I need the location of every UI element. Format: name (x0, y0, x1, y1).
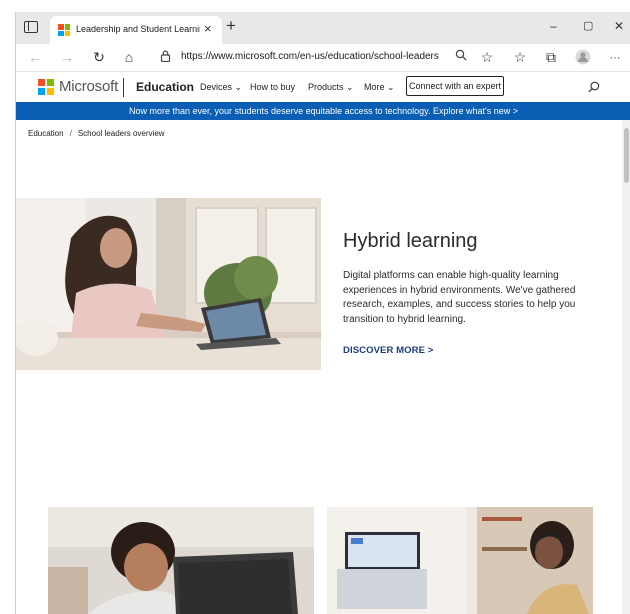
home-icon[interactable]: ⌂ (120, 49, 138, 65)
hero-title: Hybrid learning (343, 230, 478, 252)
card-image-student-laptop[interactable] (48, 507, 314, 614)
collections-icon[interactable]: ⧉ (542, 49, 560, 65)
minimize-button[interactable]: – (550, 19, 557, 33)
microsoft-logo-icon[interactable] (38, 79, 54, 95)
tab-close-icon[interactable]: × (204, 21, 212, 37)
brand-name[interactable]: Microsoft (59, 78, 118, 95)
card-image-teacher-headset[interactable] (327, 507, 593, 614)
nav-products[interactable]: Products ⌄ (308, 82, 354, 93)
browser-tab[interactable]: Leadership and Student Learning × (50, 16, 222, 44)
browser-toolbar: ← → ↻ ⌂ https://www.microsoft.com/en-us/… (16, 44, 630, 72)
discover-more-link[interactable]: DISCOVER MORE > (343, 345, 433, 356)
refresh-icon[interactable]: ↻ (90, 49, 108, 65)
add-favorite-icon[interactable]: ☆ (478, 49, 496, 65)
section-title[interactable]: Education (136, 80, 194, 94)
tab-title: Leadership and Student Learning (76, 24, 200, 34)
browser-window: Leadership and Student Learning × + – ▢ … (15, 12, 630, 614)
new-tab-button[interactable]: + (226, 17, 236, 35)
close-window-button[interactable]: ✕ (614, 19, 624, 33)
hero-image (16, 198, 321, 370)
nav-devices[interactable]: Devices ⌄ (200, 82, 242, 93)
breadcrumb: Education / School leaders overview (28, 129, 165, 138)
back-icon[interactable]: ← (26, 49, 44, 65)
tab-actions-icon[interactable] (24, 21, 38, 33)
tab-strip: Leadership and Student Learning × + – ▢ … (16, 12, 630, 44)
divider (123, 78, 124, 97)
favorites-icon[interactable]: ☆ (511, 49, 529, 65)
hero-description: Digital platforms can enable high-qualit… (343, 270, 576, 325)
breadcrumb-current: School leaders overview (77, 129, 165, 138)
connect-expert-button[interactable]: Connect with an expert (406, 76, 504, 96)
zoom-icon[interactable] (452, 49, 470, 66)
forward-icon[interactable]: → (58, 49, 76, 65)
address-bar[interactable]: https://www.microsoft.com/en-us/educatio… (181, 51, 439, 62)
profile-icon[interactable] (574, 49, 592, 68)
maximize-button[interactable]: ▢ (583, 19, 593, 33)
page-scrollbar[interactable] (622, 120, 630, 614)
nav-how-to-buy[interactable]: How to buy (250, 82, 295, 92)
promo-banner[interactable]: Now more than ever, your students deserv… (16, 102, 630, 120)
site-header: Microsoft Education Devices ⌄ How to buy… (16, 72, 630, 102)
nav-more[interactable]: More ⌄ (364, 82, 395, 93)
lock-icon (156, 49, 174, 65)
more-icon[interactable]: ··· (606, 50, 624, 66)
breadcrumb-separator: / (69, 129, 72, 138)
microsoft-favicon-icon (58, 24, 70, 36)
breadcrumb-education[interactable]: Education (28, 129, 64, 138)
scrollbar-thumb[interactable] (624, 128, 629, 183)
search-icon[interactable] (588, 80, 600, 93)
